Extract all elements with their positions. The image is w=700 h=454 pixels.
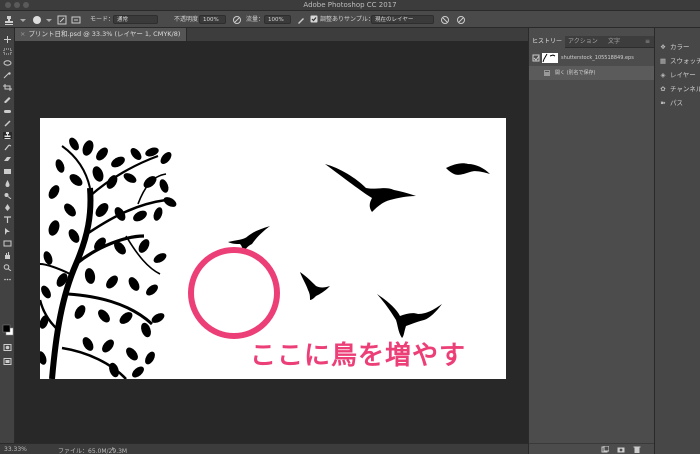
history-state-label: 開く (別名で保存) [555, 70, 596, 76]
crop-tool-icon[interactable] [3, 84, 12, 91]
flow-label: 流量： [246, 16, 265, 23]
rectangle-tool-icon[interactable] [3, 240, 12, 247]
snapshot-source-icon[interactable] [532, 54, 540, 62]
move-tool-icon[interactable] [3, 36, 12, 43]
mode-label: モード： [90, 16, 115, 23]
brush-preset-icon[interactable] [32, 15, 42, 25]
clone-stamp-tool-icon[interactable] [3, 132, 12, 139]
color-swatches-icon[interactable] [2, 324, 14, 336]
history-panel: ヒストリー アクション 文字 ≡ shutterstock_105518849.… [528, 28, 655, 454]
hand-tool-icon[interactable] [3, 252, 12, 259]
gradient-tool-icon[interactable] [3, 168, 12, 175]
dock-item-color[interactable]: ❖ カラー [659, 42, 700, 52]
aligned-label: 調整あり [320, 16, 345, 23]
app-title: Adobe Photoshop CC 2017 [303, 1, 397, 9]
snapshot-thumbnail [542, 53, 558, 63]
channels-icon: ✿ [660, 85, 666, 93]
opacity-field[interactable]: 100% [199, 15, 226, 24]
bird-silhouettes [228, 163, 490, 338]
dock-item-channels[interactable]: ✿ チャンネル [659, 84, 700, 94]
new-document-from-state-icon[interactable] [601, 446, 609, 453]
status-bar: 33.33% ファイル：65.0M/29.3M ▸ [0, 443, 528, 454]
marquee-tool-icon[interactable] [3, 48, 12, 55]
clone-source-icon[interactable] [71, 15, 81, 25]
options-bar: モード： 通常 不透明度： 100% 流量： 100% 調整あり サンプル： 現… [0, 11, 700, 28]
panel-menu-icon[interactable]: ≡ [645, 36, 650, 48]
swatches-icon: ▦ [659, 57, 667, 65]
tab-actions[interactable]: アクション [568, 36, 598, 48]
title-bar: Adobe Photoshop CC 2017 [0, 0, 700, 11]
airbrush-icon[interactable] [296, 15, 306, 25]
dock-item-paths[interactable]: ➽ パス [659, 98, 700, 108]
paths-icon: ➽ [660, 99, 666, 107]
clone-stamp-tool-icon[interactable] [4, 15, 14, 25]
trash-icon[interactable] [633, 446, 641, 453]
flow-field[interactable]: 100% [264, 15, 291, 24]
camera-snapshot-icon[interactable] [617, 446, 625, 453]
mode-select[interactable]: 通常 [113, 15, 158, 24]
eyedropper-tool-icon[interactable] [3, 96, 12, 103]
history-state-icon [544, 70, 550, 76]
document-tab-title: プリント日和.psd @ 33.3% (レイヤー 1, CMYK/8) [28, 30, 181, 38]
snapshot-label: shutterstock_105518849.eps [561, 55, 634, 61]
file-info[interactable]: ファイル：65.0M/29.3M [58, 446, 127, 454]
quick-select-tool-icon[interactable] [3, 72, 12, 79]
highlight-circle [188, 247, 280, 339]
document-tab-bar: × プリント日和.psd @ 33.3% (レイヤー 1, CMYK/8) [15, 28, 528, 41]
history-snapshot-row[interactable]: shutterstock_105518849.eps [529, 51, 655, 65]
dock-item-layers[interactable]: ◈ レイヤー [659, 70, 700, 80]
ignore-adjustment-icon[interactable] [440, 15, 450, 25]
brush-panel-icon[interactable] [57, 15, 67, 25]
more-tools-icon[interactable] [3, 276, 12, 283]
blur-tool-icon[interactable] [3, 180, 12, 187]
brush-dropdown-icon[interactable] [44, 15, 54, 25]
document-tab[interactable]: × プリント日和.psd @ 33.3% (レイヤー 1, CMYK/8) [15, 28, 188, 41]
sample-label: サンプル： [344, 16, 374, 23]
history-brush-tool-icon[interactable] [3, 144, 12, 151]
type-tool-icon[interactable] [3, 216, 12, 223]
panel-dock: ❖ カラー ▦ スウォッチ ◈ レイヤー ✿ チャンネル ➽ パス [654, 28, 700, 454]
canvas-caption: ここに鳥を増やす [250, 341, 467, 371]
dodge-tool-icon[interactable] [3, 192, 12, 199]
aligned-checkbox[interactable] [310, 15, 318, 23]
quick-mask-icon[interactable] [3, 344, 12, 351]
pen-tool-icon[interactable] [3, 204, 12, 211]
zoom-tool-icon[interactable] [3, 264, 12, 271]
pressure-size-icon[interactable] [456, 15, 466, 25]
zoom-level[interactable]: 33.33% [4, 446, 27, 453]
history-panel-tabs: ヒストリー アクション 文字 ≡ [529, 36, 655, 48]
history-panel-footer [529, 443, 655, 454]
tab-history[interactable]: ヒストリー [529, 36, 566, 48]
tab-character[interactable]: 文字 [608, 36, 620, 48]
path-selection-tool-icon[interactable] [3, 228, 12, 235]
history-state-row[interactable]: 開く (別名で保存) [529, 66, 655, 80]
screen-mode-icon[interactable] [3, 358, 12, 365]
color-wheel-icon: ❖ [660, 43, 666, 51]
canvas-area[interactable]: ここに鳥を増やす [15, 41, 528, 443]
eraser-tool-icon[interactable] [3, 156, 12, 163]
dock-item-swatches[interactable]: ▦ スウォッチ [659, 56, 700, 66]
layers-icon: ◈ [660, 71, 666, 79]
pressure-opacity-icon[interactable] [232, 15, 242, 25]
brush-tool-icon[interactable] [3, 120, 12, 127]
healing-brush-tool-icon[interactable] [3, 108, 12, 115]
lasso-tool-icon[interactable] [3, 60, 12, 67]
tree-silhouette [40, 137, 177, 379]
status-menu-arrow-icon[interactable]: ▸ [112, 445, 115, 452]
sample-select[interactable]: 現在のレイヤー [371, 15, 434, 24]
tool-preset-dropdown-icon[interactable] [18, 15, 28, 25]
close-tab-icon[interactable]: × [20, 30, 25, 38]
tools-panel [0, 28, 15, 443]
